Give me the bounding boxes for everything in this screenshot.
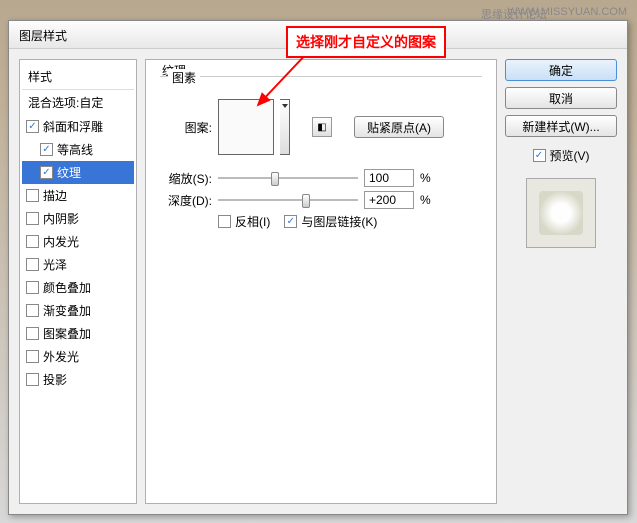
right-buttons-panel: 确定 取消 新建样式(W)... 预览(V) [505,59,617,504]
snap-origin-button[interactable]: 贴紧原点(A) [354,116,444,138]
styles-heading[interactable]: 样式 [22,64,134,89]
style-item-label: 光泽 [43,256,67,273]
style-item-label: 等高线 [57,141,93,158]
pattern-preview[interactable] [218,99,274,155]
style-item-4[interactable]: 内阴影 [22,207,134,230]
style-item-label: 斜面和浮雕 [43,118,103,135]
invert-checkbox[interactable]: 反相(I) [218,213,270,230]
style-checkbox[interactable] [26,189,39,202]
depth-input[interactable] [364,191,414,209]
style-item-3[interactable]: 描边 [22,184,134,207]
style-item-10[interactable]: 外发光 [22,345,134,368]
style-checkbox[interactable] [26,350,39,363]
pattern-dropdown[interactable] [280,99,290,155]
preview-label: 预览(V) [550,147,590,164]
style-checkbox[interactable] [40,143,53,156]
watermark-url: WWW.MISSYUAN.COM [507,6,627,18]
style-item-11[interactable]: 投影 [22,368,134,391]
pattern-label: 图案: [160,119,212,136]
style-item-7[interactable]: 颜色叠加 [22,276,134,299]
style-checkbox[interactable] [26,212,39,225]
invert-chk-box [218,215,231,228]
layer-style-dialog: 图层样式 样式 混合选项:自定 斜面和浮雕等高线纹理描边内阴影内发光光泽颜色叠加… [8,20,628,515]
percent-label-2: % [420,193,431,207]
depth-label: 深度(D): [160,192,212,209]
preview-chk-box [533,149,546,162]
style-checkbox[interactable] [26,235,39,248]
style-checkbox[interactable] [40,166,53,179]
style-item-9[interactable]: 图案叠加 [22,322,134,345]
link-chk-box [284,215,297,228]
style-item-1[interactable]: 等高线 [22,138,134,161]
style-item-0[interactable]: 斜面和浮雕 [22,115,134,138]
style-item-label: 内发光 [43,233,79,250]
dialog-title: 图层样式 [19,29,67,43]
style-item-label: 内阴影 [43,210,79,227]
style-checkbox[interactable] [26,120,39,133]
style-checkbox[interactable] [26,327,39,340]
preview-inner [539,191,583,235]
scale-slider[interactable] [218,177,358,179]
new-preset-icon[interactable]: ◧ [312,117,332,137]
style-item-6[interactable]: 光泽 [22,253,134,276]
callout-text: 选择刚才自定义的图案 [286,26,446,58]
cancel-button[interactable]: 取消 [505,87,617,109]
style-checkbox[interactable] [26,373,39,386]
style-checkbox[interactable] [26,258,39,271]
style-checkbox[interactable] [26,281,39,294]
style-checkbox[interactable] [26,304,39,317]
depth-slider[interactable] [218,199,358,201]
style-item-2[interactable]: 纹理 [22,161,134,184]
style-item-label: 纹理 [57,164,81,181]
style-item-8[interactable]: 渐变叠加 [22,299,134,322]
texture-settings-panel: 纹理 图素 图案: ◧ 贴紧原点(A) 缩放(S): % [145,59,497,504]
styles-list-panel: 样式 混合选项:自定 斜面和浮雕等高线纹理描边内阴影内发光光泽颜色叠加渐变叠加图… [19,59,137,504]
instruction-callout: 选择刚才自定义的图案 [286,26,446,58]
style-item-label: 图案叠加 [43,325,91,342]
preview-checkbox[interactable]: 预览(V) [533,147,590,164]
style-item-5[interactable]: 内发光 [22,230,134,253]
elements-title: 图素 [168,69,200,86]
link-layer-checkbox[interactable]: 与图层链接(K) [284,213,377,230]
preview-thumbnail [526,178,596,248]
scale-label: 缩放(S): [160,170,212,187]
style-item-label: 外发光 [43,348,79,365]
style-item-label: 颜色叠加 [43,279,91,296]
blend-options[interactable]: 混合选项:自定 [22,89,134,115]
scale-input[interactable] [364,169,414,187]
invert-label: 反相(I) [235,213,270,230]
percent-label: % [420,171,431,185]
ok-button[interactable]: 确定 [505,59,617,81]
link-label: 与图层链接(K) [301,213,377,230]
new-style-button[interactable]: 新建样式(W)... [505,115,617,137]
style-item-label: 投影 [43,371,67,388]
style-item-label: 描边 [43,187,67,204]
style-item-label: 渐变叠加 [43,302,91,319]
